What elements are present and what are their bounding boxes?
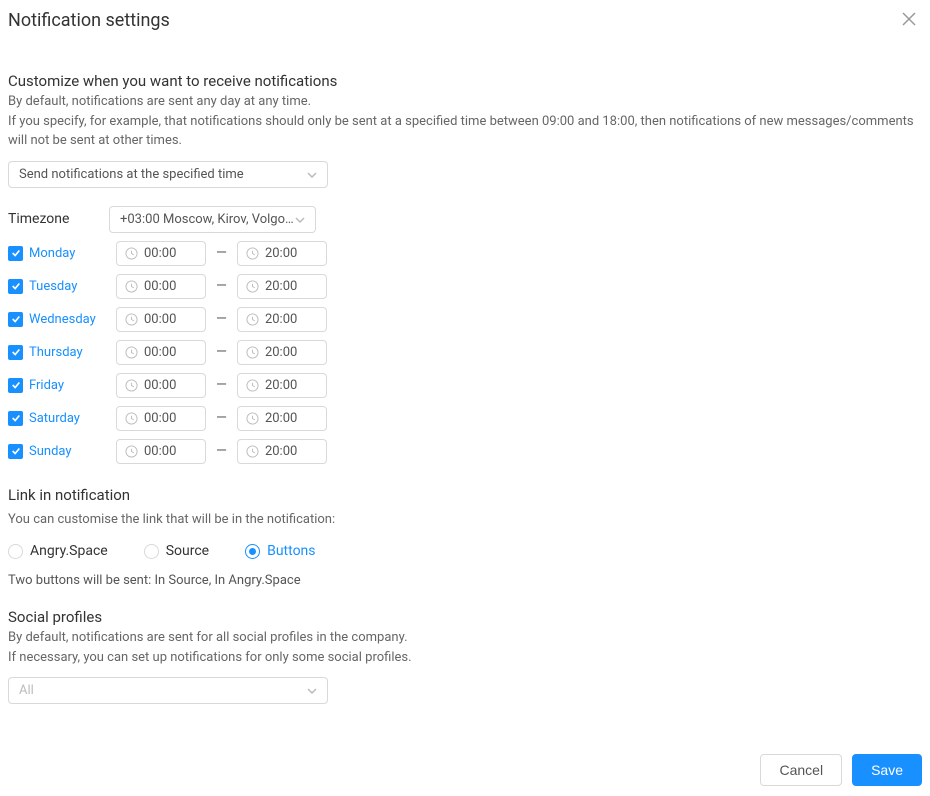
day-row-tuesday: Tuesday 00:00 — 20:00 (8, 274, 922, 299)
time-range-dash: — (214, 377, 229, 393)
time-to-input[interactable]: 20:00 (237, 274, 327, 299)
time-to-input[interactable]: 20:00 (237, 241, 327, 266)
time-to-value: 20:00 (265, 312, 297, 327)
day-checkbox-sunday[interactable] (8, 444, 23, 459)
radio-angryspace[interactable]: Angry.Space (8, 543, 108, 559)
radio-circle-icon (8, 544, 23, 559)
time-range-dash: — (214, 311, 229, 327)
footer: Cancel Save (8, 754, 922, 786)
customize-heading: Customize when you want to receive notif… (8, 72, 922, 90)
day-checkbox-wednesday[interactable] (8, 312, 23, 327)
time-from-value: 00:00 (144, 444, 176, 459)
time-from-input[interactable]: 00:00 (116, 307, 206, 332)
day-label[interactable]: Monday (29, 246, 75, 261)
day-label[interactable]: Thursday (29, 345, 83, 360)
day-checkbox-monday[interactable] (8, 246, 23, 261)
time-to-input[interactable]: 20:00 (237, 406, 327, 431)
chevron-down-icon (295, 213, 305, 226)
day-label[interactable]: Friday (29, 378, 64, 393)
time-to-input[interactable]: 20:00 (237, 307, 327, 332)
timezone-label: Timezone (8, 211, 93, 227)
notification-mode-select[interactable]: Send notifications at the specified time (8, 161, 328, 188)
time-to-value: 20:00 (265, 246, 297, 261)
time-from-value: 00:00 (144, 378, 176, 393)
time-to-value: 20:00 (265, 444, 297, 459)
customize-section: Customize when you want to receive notif… (8, 72, 922, 188)
day-checkbox-tuesday[interactable] (8, 279, 23, 294)
time-from-value: 00:00 (144, 246, 176, 261)
day-label[interactable]: Wednesday (29, 312, 96, 327)
social-desc-1: By default, notifications are sent for a… (8, 628, 922, 648)
time-from-value: 00:00 (144, 279, 176, 294)
page-title: Notification settings (8, 10, 170, 31)
link-heading: Link in notification (8, 486, 922, 504)
time-range-dash: — (214, 278, 229, 294)
social-profiles-select[interactable]: All (8, 677, 328, 704)
radio-label: Buttons (267, 543, 315, 559)
time-from-value: 00:00 (144, 312, 176, 327)
day-label[interactable]: Sunday (29, 444, 72, 459)
timezone-value: +03:00 Moscow, Kirov, Volgogr (120, 212, 295, 227)
day-row-sunday: Sunday 00:00 — 20:00 (8, 439, 922, 464)
day-label[interactable]: Saturday (29, 411, 80, 426)
link-section: Link in notification You can customise t… (8, 486, 922, 589)
day-row-friday: Friday 00:00 — 20:00 (8, 373, 922, 398)
radio-circle-icon (144, 544, 159, 559)
customize-desc-1: By default, notifications are sent any d… (8, 92, 922, 112)
notification-mode-value: Send notifications at the specified time (19, 167, 244, 182)
day-row-thursday: Thursday 00:00 — 20:00 (8, 340, 922, 365)
day-checkbox-friday[interactable] (8, 378, 23, 393)
radio-circle-icon (245, 544, 260, 559)
social-heading: Social profiles (8, 608, 922, 626)
link-desc: You can customise the link that will be … (8, 510, 922, 530)
time-range-dash: — (214, 410, 229, 426)
day-checkbox-saturday[interactable] (8, 411, 23, 426)
time-from-input[interactable]: 00:00 (116, 373, 206, 398)
day-row-wednesday: Wednesday 00:00 — 20:00 (8, 307, 922, 332)
radio-label: Angry.Space (30, 543, 108, 559)
time-range-dash: — (214, 443, 229, 459)
close-icon[interactable] (896, 10, 922, 32)
time-to-input[interactable]: 20:00 (237, 340, 327, 365)
time-from-value: 00:00 (144, 345, 176, 360)
chevron-down-icon (307, 168, 317, 181)
time-to-input[interactable]: 20:00 (237, 373, 327, 398)
save-button[interactable]: Save (852, 754, 922, 786)
time-from-input[interactable]: 00:00 (116, 340, 206, 365)
link-hint: Two buttons will be sent: In Source, In … (8, 573, 922, 588)
radio-label: Source (166, 543, 209, 559)
timezone-row: Timezone +03:00 Moscow, Kirov, Volgogr (8, 206, 922, 233)
day-checkbox-thursday[interactable] (8, 345, 23, 360)
time-to-value: 20:00 (265, 345, 297, 360)
timezone-select[interactable]: +03:00 Moscow, Kirov, Volgogr (109, 206, 316, 233)
chevron-down-icon (307, 684, 317, 697)
day-label[interactable]: Tuesday (29, 279, 77, 294)
time-from-input[interactable]: 00:00 (116, 439, 206, 464)
social-desc-2: If necessary, you can set up notificatio… (8, 648, 922, 668)
time-range-dash: — (214, 245, 229, 261)
time-to-input[interactable]: 20:00 (237, 439, 327, 464)
customize-desc-2: If you specify, for example, that notifi… (8, 112, 922, 151)
day-row-monday: Monday 00:00 — 20:00 (8, 241, 922, 266)
time-from-input[interactable]: 00:00 (116, 274, 206, 299)
radio-source[interactable]: Source (144, 543, 209, 559)
cancel-button[interactable]: Cancel (760, 754, 842, 786)
time-to-value: 20:00 (265, 378, 297, 393)
time-to-value: 20:00 (265, 411, 297, 426)
time-from-input[interactable]: 00:00 (116, 406, 206, 431)
time-from-value: 00:00 (144, 411, 176, 426)
radio-buttons[interactable]: Buttons (245, 543, 315, 559)
social-profiles-value: All (19, 683, 34, 698)
social-section: Social profiles By default, notification… (8, 608, 922, 704)
time-range-dash: — (214, 344, 229, 360)
day-row-saturday: Saturday 00:00 — 20:00 (8, 406, 922, 431)
time-from-input[interactable]: 00:00 (116, 241, 206, 266)
time-to-value: 20:00 (265, 279, 297, 294)
